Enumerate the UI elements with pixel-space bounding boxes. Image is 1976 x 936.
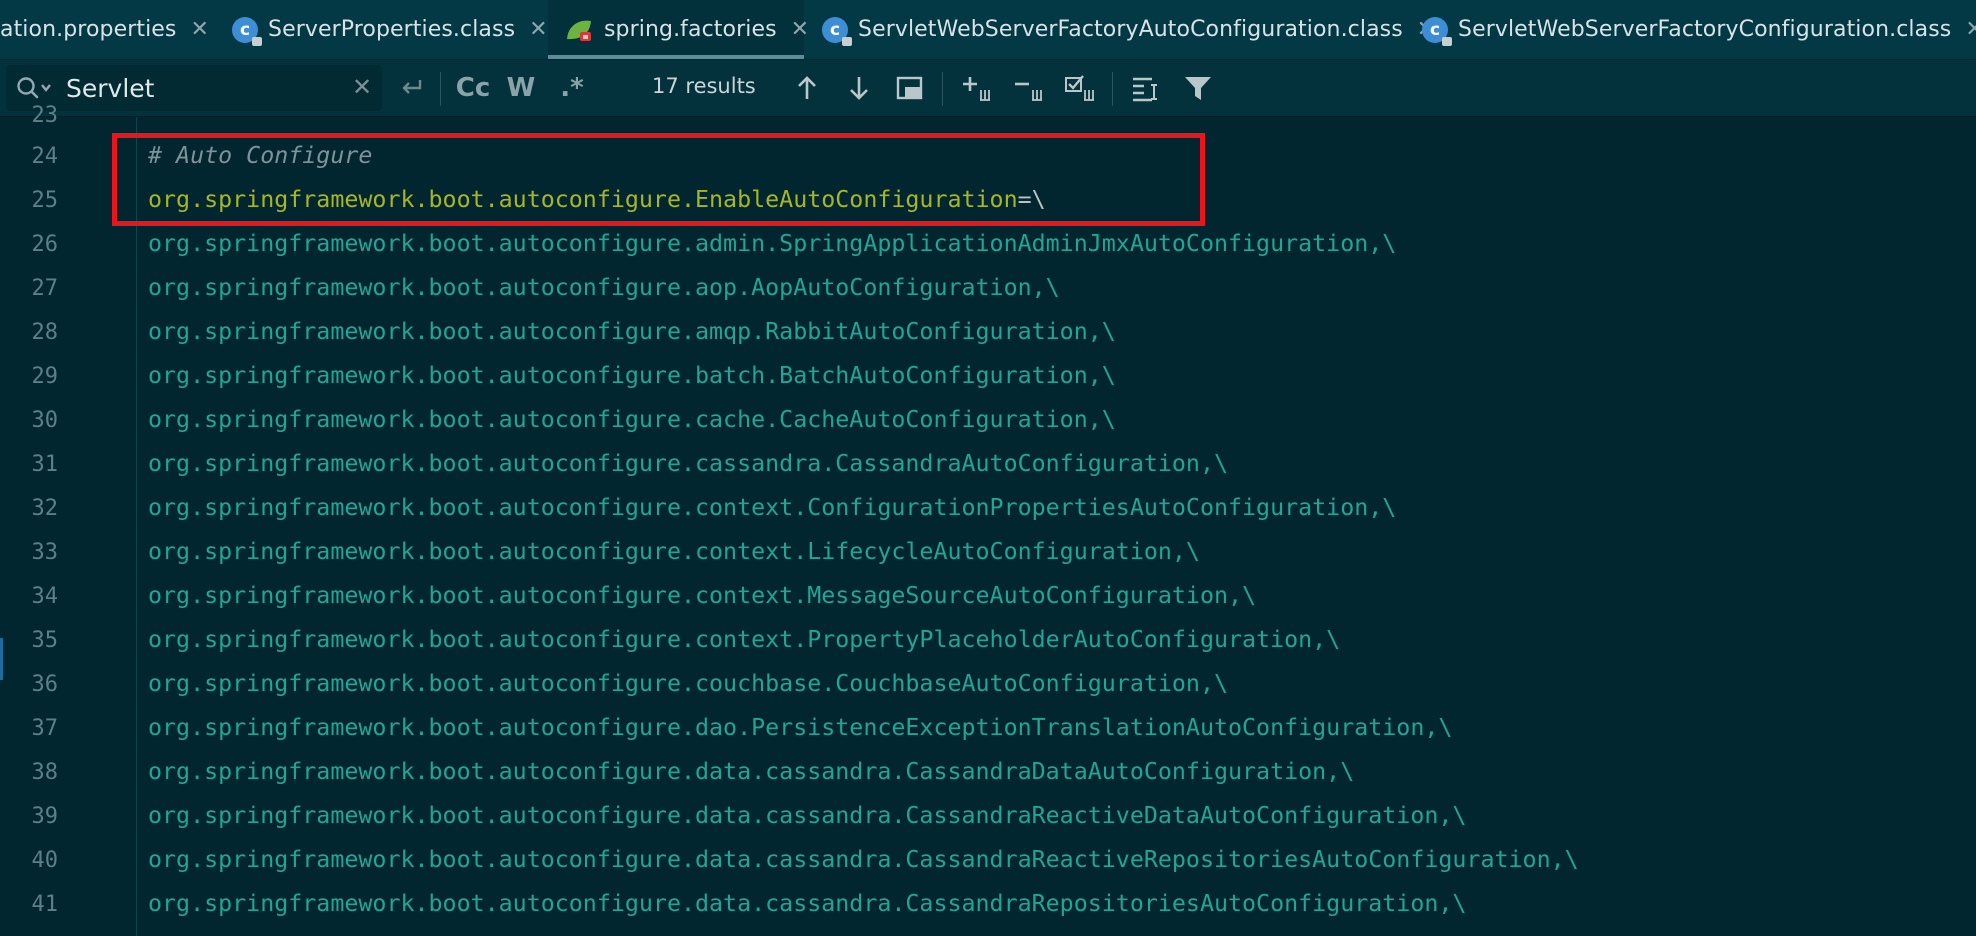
filter-search-results-icon[interactable]	[1128, 72, 1164, 104]
tab-spring-factories[interactable]: spring.factories ✕	[548, 0, 809, 59]
lock-icon	[842, 36, 852, 46]
code-editor[interactable]: 23 24 # Auto Configure 25 org.springfram…	[0, 103, 1976, 936]
code-line: org.springframework.boot.autoconfigure.d…	[148, 890, 1467, 917]
annotation-highlight-box	[112, 133, 1205, 226]
editor-tab-bar: ation.properties ✕ c ServerProperties.cl…	[0, 0, 1976, 60]
code-line: org.springframework.boot.autoconfigure.a…	[148, 274, 1060, 301]
class-file-icon: c	[232, 16, 262, 46]
line-number: 38	[31, 760, 59, 785]
tab-label: spring.factories	[604, 17, 777, 42]
spring-file-icon	[564, 17, 594, 43]
class-file-icon: c	[1422, 16, 1452, 46]
lock-icon	[1442, 36, 1452, 46]
code-line: org.springframework.boot.autoconfigure.c…	[148, 494, 1397, 521]
code-line: org.springframework.boot.autoconfigure.c…	[148, 538, 1200, 565]
close-icon[interactable]: ✕	[791, 17, 809, 42]
line-number: 27	[31, 276, 59, 301]
search-history-icon[interactable]	[16, 76, 58, 106]
find-bar: Servlet ✕ Cc W .* 17 results	[0, 60, 1976, 117]
toolbar-separator	[942, 72, 943, 106]
line-number: 33	[31, 540, 59, 565]
tab-server-properties[interactable]: c ServerProperties.class ✕	[232, 0, 548, 59]
class-file-icon: c	[822, 16, 852, 46]
line-number: 40	[31, 848, 59, 873]
code-line: org.springframework.boot.autoconfigure.b…	[148, 362, 1116, 389]
line-number: 37	[31, 716, 59, 741]
tab-label: ation.properties	[0, 17, 177, 42]
code-line: org.springframework.boot.autoconfigure.d…	[148, 802, 1467, 829]
code-line: org.springframework.boot.autoconfigure.a…	[148, 318, 1116, 345]
code-line: org.springframework.boot.autoconfigure.c…	[148, 406, 1116, 433]
tab-servlet-web-server-factory-configuration[interactable]: c ServletWebServerFactoryConfiguration.c…	[1422, 0, 1976, 59]
line-number: 24	[31, 144, 59, 169]
line-number: 34	[31, 584, 59, 609]
line-number: 36	[31, 672, 59, 697]
toolbar-separator	[440, 72, 441, 106]
match-case-toggle[interactable]: Cc	[452, 72, 494, 104]
line-number: 23	[31, 103, 59, 128]
arrow-down-icon[interactable]	[844, 72, 874, 104]
line-number: 31	[31, 452, 59, 477]
clear-search-icon[interactable]: ✕	[352, 73, 372, 101]
close-icon[interactable]: ✕	[529, 17, 547, 42]
code-line: org.springframework.boot.autoconfigure.c…	[148, 450, 1228, 477]
code-line: org.springframework.boot.autoconfigure.d…	[148, 846, 1579, 873]
open-in-window-icon[interactable]	[894, 72, 926, 104]
tab-label: ServerProperties.class	[268, 17, 516, 42]
search-field[interactable]: Servlet ✕	[6, 65, 382, 111]
tab-label: ServletWebServerFactoryConfiguration.cla…	[1458, 17, 1952, 42]
line-number: 41	[31, 892, 59, 917]
line-number: 25	[31, 188, 59, 213]
close-icon[interactable]: ✕	[190, 17, 208, 42]
code-line: org.springframework.boot.autoconfigure.d…	[148, 758, 1355, 785]
line-number: 39	[31, 804, 59, 829]
filter-icon[interactable]	[1180, 72, 1216, 104]
new-line-icon[interactable]	[394, 72, 428, 104]
arrow-up-icon[interactable]	[792, 72, 822, 104]
code-line: org.springframework.boot.autoconfigure.d…	[148, 714, 1453, 741]
close-icon[interactable]: ✕	[1965, 17, 1976, 42]
remove-occurrence-icon[interactable]	[1010, 72, 1046, 104]
select-all-occurrences-icon[interactable]	[1062, 72, 1098, 104]
line-number: 32	[31, 496, 59, 521]
line-number: 28	[31, 320, 59, 345]
tab-servlet-web-server-factory-auto-configuration[interactable]: c ServletWebServerFactoryAutoConfigurati…	[822, 0, 1435, 59]
regex-toggle[interactable]: .*	[554, 72, 590, 104]
code-line: org.springframework.boot.autoconfigure.c…	[148, 670, 1228, 697]
toolbar-separator	[1112, 72, 1113, 106]
code-line: org.springframework.boot.autoconfigure.a…	[148, 230, 1397, 257]
add-occurrence-icon[interactable]	[958, 72, 994, 104]
search-input[interactable]: Servlet	[66, 74, 154, 103]
code-line: org.springframework.boot.autoconfigure.c…	[148, 582, 1257, 609]
whole-words-toggle[interactable]: W	[504, 72, 538, 104]
code-line: org.springframework.boot.autoconfigure.c…	[148, 626, 1341, 653]
search-results-count: 17 results	[652, 74, 756, 98]
vcs-change-marker	[0, 638, 3, 680]
line-number: 30	[31, 408, 59, 433]
gutter-divider	[136, 117, 137, 936]
line-number: 29	[31, 364, 59, 389]
tab-label: ServletWebServerFactoryAutoConfiguration…	[858, 17, 1403, 42]
lock-icon	[252, 36, 262, 46]
tab-application-properties[interactable]: ation.properties ✕	[0, 0, 214, 59]
line-number: 35	[31, 628, 59, 653]
line-number: 26	[31, 232, 59, 257]
active-tab-indicator	[548, 55, 804, 59]
